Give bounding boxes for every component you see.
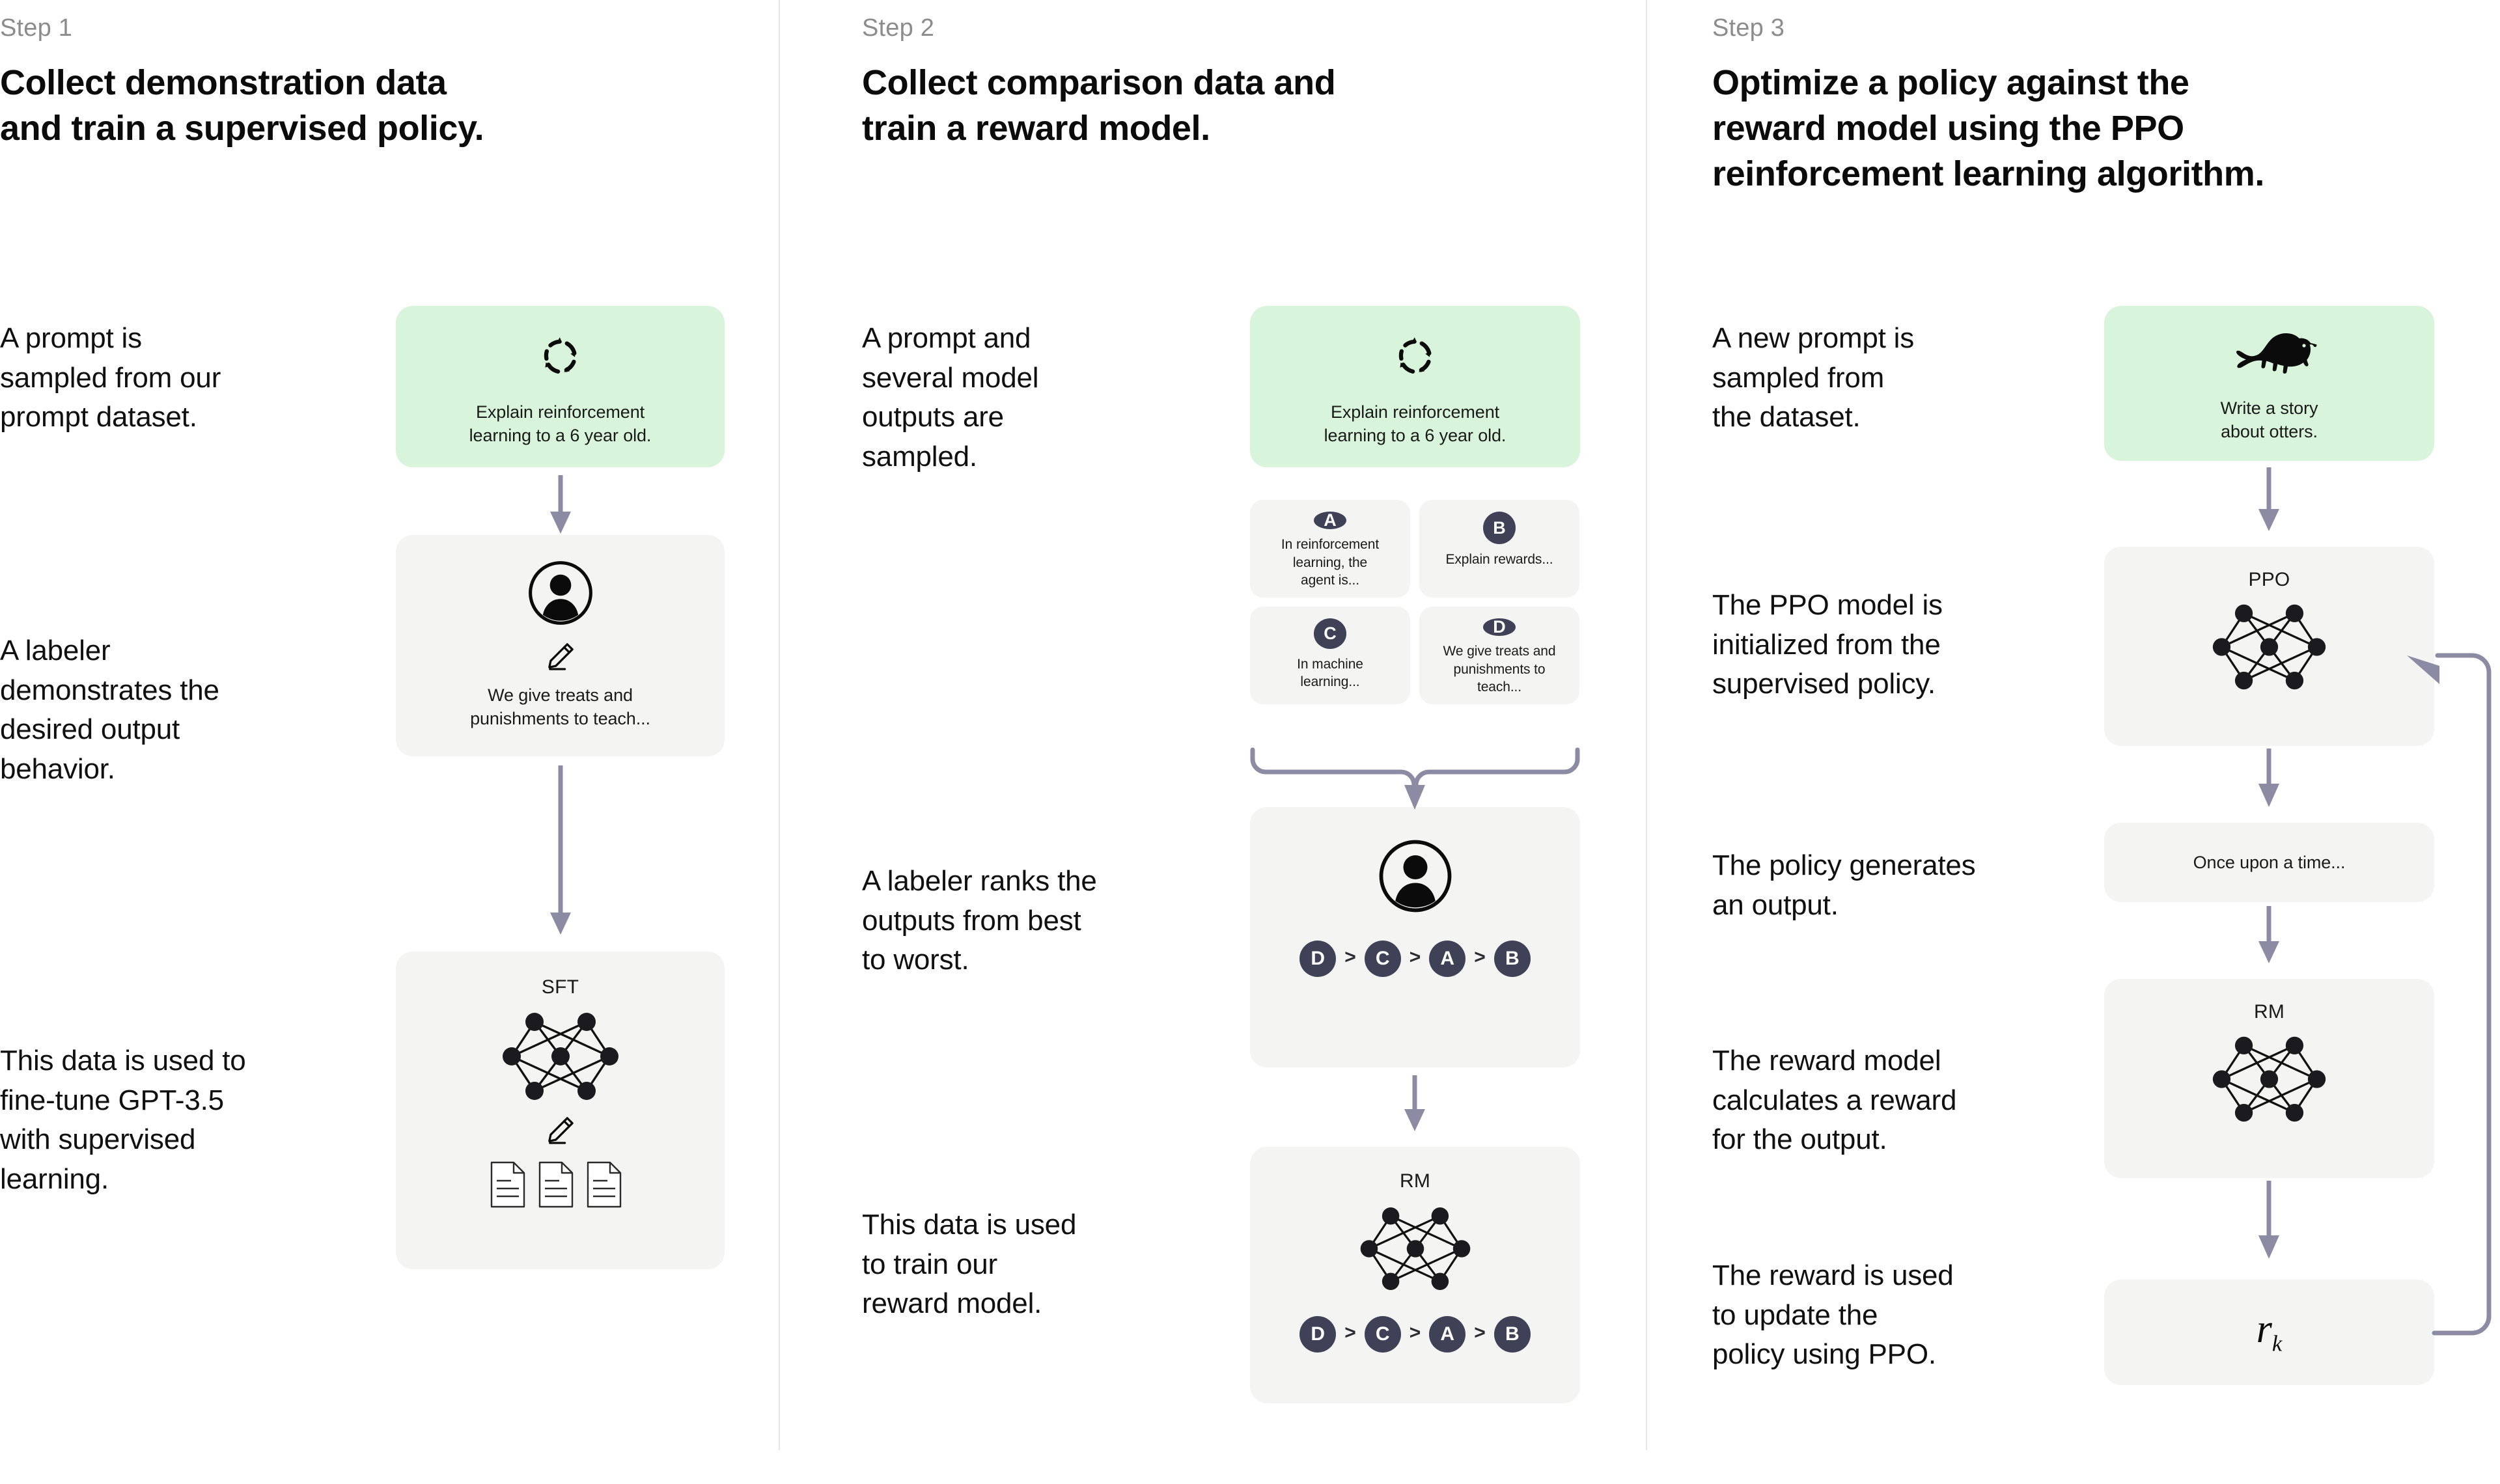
rank-badge-2: C <box>1364 941 1401 977</box>
labeler-person-icon <box>1376 837 1454 918</box>
step-3-rm-title: RM <box>2253 1001 2285 1023</box>
step-3-column: Step 3 Optimize a policy against the rew… <box>1647 0 2500 1484</box>
option-badge-d: D <box>1483 618 1516 636</box>
reward-symbol: rk <box>2257 1309 2283 1355</box>
option-text-c: In machine learning... <box>1297 656 1363 690</box>
rank-badge-1: D <box>1299 941 1337 977</box>
step-2-rm-ranking-row: D > C > A > B <box>1299 1316 1531 1353</box>
step-2-title: Collect comparison data and train a rewa… <box>862 60 1630 151</box>
step-1-demo-caption: We give treats and punishments to teach.… <box>470 685 650 729</box>
rm-rank-separator-1: > <box>1344 1322 1356 1343</box>
step-1-prompt-caption: Explain reinforcement learning to a 6 ye… <box>469 402 652 446</box>
cycle-arrows-icon <box>537 333 584 383</box>
step-3-description-3: The policy generates an output. <box>1712 849 1976 921</box>
step-1-title-line-1: Collect demonstration data <box>0 63 447 102</box>
option-text-a: In reinforcement learning, the agent is.… <box>1281 537 1380 588</box>
option-badge-c: C <box>1314 618 1346 649</box>
step-3-prompt-card: Write a story about otters. <box>2104 306 2434 461</box>
pencil-icon <box>544 1114 577 1149</box>
step-3-output-card: Once upon a time... <box>2104 823 2434 902</box>
step-3-ppo-title: PPO <box>2248 569 2290 590</box>
rank-badge-3: A <box>1429 941 1466 977</box>
neural-network-icon <box>499 1008 622 1108</box>
step-3-prompt-caption: Write a story about otters. <box>2220 398 2318 442</box>
step-2-description-3: This data is used to train our reward mo… <box>862 1209 1077 1320</box>
option-text-d: We give treats and punishments to teach.… <box>1443 644 1556 695</box>
step-1-title: Collect demonstration data and train a s… <box>0 60 749 151</box>
step-1-description-3: This data is used to fine-tune GPT-3.5 w… <box>0 1045 246 1196</box>
step-2-label: Step 2 <box>862 14 935 42</box>
labeler-person-icon <box>526 558 595 631</box>
rm-rank-badge-3: A <box>1429 1316 1466 1353</box>
step-3-description-5: The reward is used to update the policy … <box>1712 1259 1954 1371</box>
neural-network-icon <box>1357 1202 1474 1299</box>
option-card-d: D We give treats and punishments to teac… <box>1419 607 1579 704</box>
step-3-title: Optimize a policy against the reward mod… <box>1712 60 2480 197</box>
rank-separator-2: > <box>1409 946 1421 968</box>
rm-rank-separator-2: > <box>1409 1322 1421 1343</box>
step-3-title-line-1: Optimize a policy against the <box>1712 63 2189 102</box>
step-3-rm-card: RM <box>2104 979 2434 1178</box>
step-1-title-line-2: and train a supervised policy. <box>0 109 484 148</box>
step-1-prompt-card: Explain reinforcement learning to a 6 ye… <box>396 306 725 467</box>
option-badge-b: B <box>1483 512 1516 544</box>
option-text-b: Explain rewards... <box>1445 552 1553 567</box>
reward-symbol-k: k <box>2271 1330 2283 1356</box>
documents-icon <box>489 1160 632 1213</box>
step-1-column: Step 1 Collect demonstration data and tr… <box>0 0 779 1484</box>
step-3-ppo-card: PPO <box>2104 547 2434 746</box>
step-1-description-2: A labeler demonstrates the desired outpu… <box>0 635 219 786</box>
step-3-description-4: The reward model calculates a reward for… <box>1712 1045 1957 1156</box>
step-1-label: Step 1 <box>0 14 73 42</box>
step-3-title-line-3: reinforcement learning algorithm. <box>1712 154 2264 194</box>
option-badge-a: A <box>1314 512 1346 529</box>
step-2-description-2: A labeler ranks the outputs from best to… <box>862 865 1097 976</box>
option-card-b: B Explain rewards... <box>1419 500 1579 598</box>
rm-rank-badge-4: B <box>1493 1316 1531 1353</box>
step-3-title-line-2: reward model using the PPO <box>1712 109 2184 148</box>
step-2-column: Step 2 Collect comparison data and train… <box>780 0 1646 1484</box>
rank-separator-3: > <box>1474 946 1486 968</box>
pencil-icon <box>544 640 577 676</box>
step-1-sft-card: SFT <box>396 952 725 1269</box>
step-2-rm-title: RM <box>1399 1170 1431 1192</box>
option-card-a: A In reinforcement learning, the agent i… <box>1250 500 1410 598</box>
step-3-label: Step 3 <box>1712 14 1785 42</box>
neural-network-icon <box>2209 1031 2329 1131</box>
step-2-options-grid: A In reinforcement learning, the agent i… <box>1250 500 1580 704</box>
step-2-description-1: A prompt and several model outputs are s… <box>862 322 1039 473</box>
step-1-demo-card: We give treats and punishments to teach.… <box>396 535 725 756</box>
rank-separator-1: > <box>1344 946 1356 968</box>
step-3-description-2: The PPO model is initialized from the su… <box>1712 589 1943 700</box>
step-2-ranking-row: D > C > A > B <box>1299 941 1531 977</box>
otter-icon <box>2221 328 2318 382</box>
step-3-reward-card: rk <box>2104 1280 2434 1385</box>
neural-network-icon <box>2209 599 2329 698</box>
reward-symbol-r: r <box>2256 1307 2272 1352</box>
step-2-rm-card: RM D > C > A > B <box>1250 1147 1580 1403</box>
rm-rank-badge-2: C <box>1364 1316 1401 1353</box>
step-3-output-caption: Once upon a time... <box>2193 852 2346 872</box>
rlhf-diagram: Step 1 Collect demonstration data and tr… <box>0 0 2500 1484</box>
step-2-prompt-card: Explain reinforcement learning to a 6 ye… <box>1250 306 1580 467</box>
rm-rank-separator-3: > <box>1474 1322 1486 1343</box>
cycle-arrows-icon <box>1392 333 1439 383</box>
rank-badge-4: B <box>1493 941 1531 977</box>
rm-rank-badge-1: D <box>1299 1316 1337 1353</box>
step-3-description-1: A new prompt is sampled from the dataset… <box>1712 322 1915 433</box>
step-1-description-1: A prompt is sampled from our prompt data… <box>0 322 221 433</box>
step-1-sft-title: SFT <box>541 976 579 998</box>
step-2-title-line-1: Collect comparison data and <box>862 63 1336 102</box>
option-card-c: C In machine learning... <box>1250 607 1410 704</box>
step-2-title-line-2: train a reward model. <box>862 109 1210 148</box>
step-2-ranking-card: D > C > A > B <box>1250 807 1580 1067</box>
step-2-prompt-caption: Explain reinforcement learning to a 6 ye… <box>1324 402 1507 446</box>
